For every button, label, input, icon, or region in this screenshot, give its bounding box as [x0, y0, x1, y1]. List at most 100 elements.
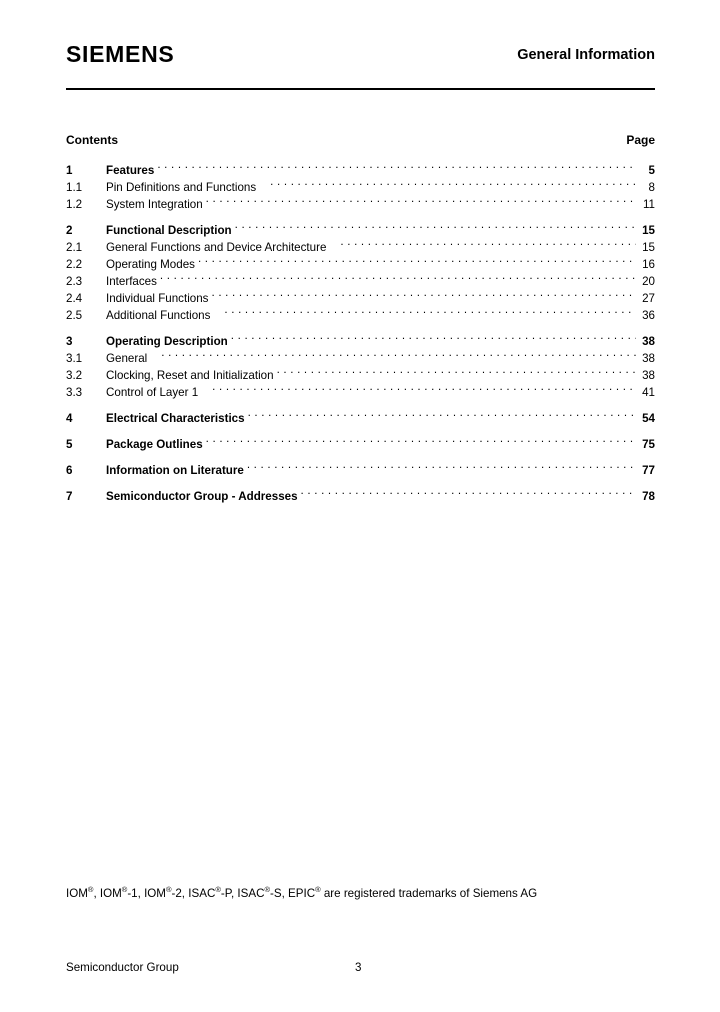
toc-entry[interactable]: 2.1 General Functions and Device Architec…: [66, 237, 655, 254]
toc-entry[interactable]: 2.5 Additional Functions 36: [66, 305, 655, 322]
toc-entry-title: Individual Functions: [106, 292, 209, 305]
toc-entry[interactable]: 3.3 Control of Layer 1 41: [66, 382, 655, 399]
toc-entry-page: 11: [642, 198, 655, 211]
toc-contents-label: Contents: [66, 133, 118, 147]
registered-mark: ®: [87, 885, 94, 895]
toc-entry[interactable]: 2.3 Interfaces 20: [66, 271, 655, 288]
toc-entry-page: 27: [642, 292, 655, 305]
toc-dot-leader: [157, 160, 636, 174]
trademark-text: IOM®, IOM®-1, IOM®-2, ISAC®-P, ISAC®-S, …: [66, 885, 538, 900]
toc-dot-leader: [270, 177, 636, 191]
footer-page-number: 3: [355, 961, 362, 974]
toc-dot-leader: [340, 237, 636, 251]
toc-entry-number: 1.1: [66, 181, 83, 194]
toc-dot-leader: [248, 408, 636, 422]
toc-entry-number: 2.2: [66, 258, 83, 271]
page-footer: Semiconductor Group 3: [66, 959, 655, 977]
toc-entry-page: 16: [642, 258, 655, 271]
toc-dot-leader: [247, 460, 636, 474]
toc-entry[interactable]: 3.1 General 38: [66, 348, 655, 365]
toc-entry-page: 77: [642, 464, 655, 477]
toc-entry-number: 6: [66, 464, 73, 477]
toc-entry[interactable]: 1.2 System Integration 11: [66, 194, 655, 211]
toc-entry-number: 3.1: [66, 352, 83, 365]
toc-entry[interactable]: 2.2Operating Modes16: [66, 254, 655, 271]
toc-group: 4 Electrical Characteristics 54: [66, 408, 655, 425]
registered-mark: ®: [215, 885, 221, 895]
toc-entry-page: 38: [642, 335, 655, 348]
toc-entry-page: 38: [642, 369, 655, 382]
toc-dot-leader: [224, 305, 636, 319]
toc-entry-title: Control of Layer 1: [106, 386, 199, 399]
toc-entry-title: General: [106, 352, 148, 365]
toc-entry-page: 54: [642, 412, 655, 425]
toc-entry-number: 3: [66, 335, 73, 348]
toc-entry-page: 78: [642, 490, 655, 503]
header-divider: [66, 88, 655, 90]
toc-entry-number: 2.5: [66, 309, 83, 322]
toc-entry[interactable]: 3Operating Description38: [66, 331, 655, 348]
toc-entry-number: 5: [66, 438, 73, 451]
toc-entry[interactable]: 1 Features 5: [66, 160, 655, 177]
registered-mark: ®: [121, 885, 128, 895]
toc-entry-number: 2: [66, 224, 73, 237]
toc-group: 6 Information on Literature 77: [66, 460, 655, 477]
toc-dot-leader: [198, 254, 636, 268]
toc-dot-leader: [160, 271, 636, 285]
registered-mark: ®: [315, 885, 321, 895]
toc-entry-number: 2.1: [66, 241, 83, 254]
table-of-contents: Contents Page 1Features51.1Pin Definitio…: [66, 133, 655, 503]
toc-entry-number: 1.2: [66, 198, 83, 211]
toc-dot-leader: [231, 331, 636, 345]
toc-entry[interactable]: 3.2Clocking, Reset and Initialization38: [66, 365, 655, 382]
toc-entry-title: Semiconductor Group - Addresses: [106, 490, 298, 503]
siemens-logo: SIEMENS: [66, 41, 175, 67]
toc-dot-leader: [235, 220, 636, 234]
toc-entry-title: System Integration: [106, 198, 203, 211]
toc-group: 7 Semiconductor Group - Addresses 78: [66, 486, 655, 503]
toc-entry[interactable]: 2 Functional Description 15: [66, 220, 655, 237]
page-title: General Information: [517, 47, 655, 63]
toc-entry-title: Features: [106, 164, 155, 177]
toc-entry-title: Package Outlines: [106, 438, 203, 451]
document-page: SIEMENS General Information Contents Pag…: [0, 0, 720, 1012]
toc-entry[interactable]: 6 Information on Literature 77: [66, 460, 655, 477]
toc-dot-leader: [301, 486, 636, 500]
toc-entry-page: 20: [642, 275, 655, 288]
toc-entry-page: 15: [642, 241, 655, 254]
toc-dot-leader: [161, 348, 636, 362]
toc-header-row: Contents Page: [66, 133, 655, 147]
toc-entry-number: 3.3: [66, 386, 83, 399]
toc-entry-page: 15: [642, 224, 655, 237]
toc-entry-title: Information on Literature: [106, 464, 244, 477]
toc-dot-leader: [206, 434, 636, 448]
toc-entry-page: 36: [642, 309, 655, 322]
toc-dot-leader: [212, 382, 636, 396]
toc-entry-number: 4: [66, 412, 73, 425]
toc-entry-page: 75: [642, 438, 655, 451]
registered-mark: ®: [165, 885, 172, 895]
toc-entry-title: Interfaces: [106, 275, 157, 288]
toc-entry-page: 5: [648, 164, 655, 177]
toc-entry-number: 7: [66, 490, 73, 503]
toc-entry-number: 1: [66, 164, 73, 177]
page-header: SIEMENS General Information: [66, 42, 655, 72]
toc-entry-page: 41: [642, 386, 655, 399]
toc-entry-title: Electrical Characteristics: [106, 412, 245, 425]
toc-entry[interactable]: 1.1Pin Definitions and Functions8: [66, 177, 655, 194]
toc-entry-title: Functional Description: [106, 224, 232, 237]
toc-entry[interactable]: 2.4 Individual Functions 27: [66, 288, 655, 305]
toc-dot-leader: [211, 288, 636, 302]
toc-group: 2 Functional Description 152.1General Func…: [66, 220, 655, 322]
toc-entry-number: 3.2: [66, 369, 83, 382]
toc-group: 3Operating Description383.1General383.2C…: [66, 331, 655, 399]
toc-entry-page: 38: [642, 352, 655, 365]
toc-entry-number: 2.4: [66, 292, 83, 305]
registered-mark: ®: [264, 885, 270, 895]
toc-dot-leader: [206, 194, 636, 208]
toc-page-label: Page: [626, 133, 655, 147]
toc-entry[interactable]: 7 Semiconductor Group - Addresses 78: [66, 486, 655, 503]
toc-group: 5 Package Outlines 75: [66, 434, 655, 451]
toc-entry[interactable]: 4 Electrical Characteristics 54: [66, 408, 655, 425]
toc-entry[interactable]: 5 Package Outlines 75: [66, 434, 655, 451]
